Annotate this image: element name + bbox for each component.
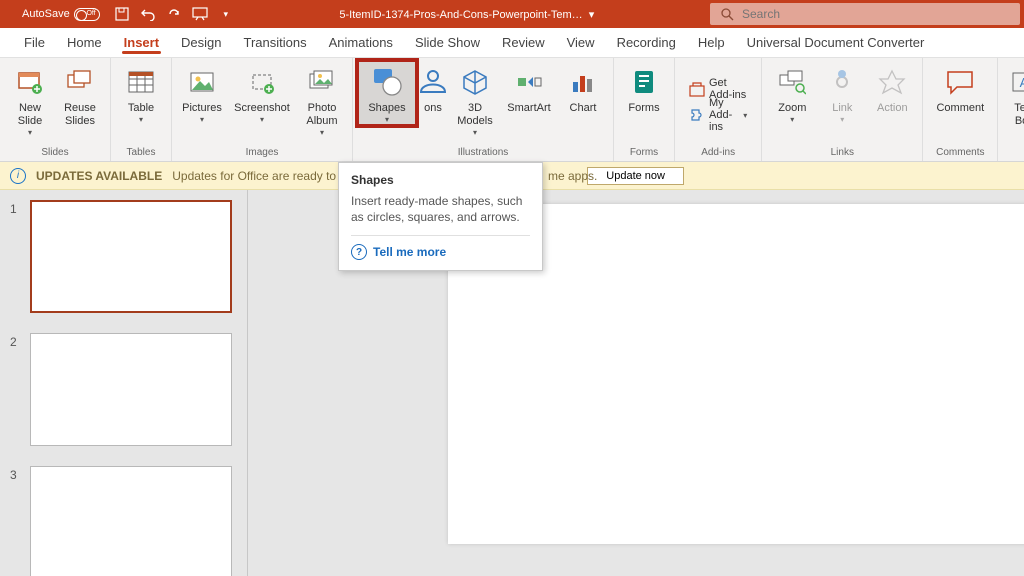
- screenshot-button[interactable]: Screenshot▾: [228, 62, 296, 124]
- group-links: Zoom▾ Link▾ Action Links: [762, 58, 923, 161]
- chart-icon: [566, 64, 600, 100]
- group-addins: Get Add-ins My Add-ins ▾ Add-ins: [675, 58, 762, 161]
- update-now-button[interactable]: Update now: [587, 167, 684, 185]
- help-icon: ?: [351, 244, 367, 260]
- group-tables: Table▾ Tables: [111, 58, 172, 161]
- text-box-button[interactable]: A Text Box: [1004, 62, 1024, 128]
- forms-button[interactable]: Forms: [620, 62, 668, 115]
- forms-icon: [627, 64, 661, 100]
- screenshot-icon: [245, 64, 279, 100]
- store-icon: [689, 81, 705, 97]
- link-button[interactable]: Link▾: [818, 62, 866, 124]
- chart-button[interactable]: Chart: [559, 62, 607, 115]
- autosave-label: AutoSave: [22, 8, 70, 20]
- save-icon[interactable]: [114, 6, 130, 22]
- group-comments: Comment Comments: [923, 58, 998, 161]
- search-icon: [720, 7, 734, 21]
- autosave-toggle[interactable]: AutoSave Off: [22, 8, 100, 21]
- pictures-button[interactable]: Pictures▾: [178, 62, 226, 124]
- thumbnail-row[interactable]: 2: [10, 333, 237, 446]
- document-title: 5-ItemID-1374-Pros-And-Cons-Powerpoint-T…: [234, 8, 710, 21]
- zoom-icon: [775, 64, 809, 100]
- svg-text:A: A: [1020, 75, 1024, 90]
- group-text: A Text Box He & F: [998, 58, 1024, 161]
- new-slide-icon: [13, 64, 47, 100]
- tab-animations[interactable]: Animations: [319, 29, 403, 56]
- redo-icon[interactable]: [166, 6, 182, 22]
- toggle-off-icon: Off: [74, 8, 100, 21]
- icons-icon: [416, 64, 450, 100]
- tooltip-body: Insert ready-made shapes, such as circle…: [351, 193, 530, 225]
- search-input[interactable]: [742, 7, 1010, 21]
- smartart-button[interactable]: SmartArt: [501, 62, 557, 115]
- tooltip-title: Shapes: [351, 173, 530, 187]
- tab-home[interactable]: Home: [57, 29, 112, 56]
- updates-text: Updates for Office are ready to b: [172, 169, 346, 183]
- reuse-slides-icon: [63, 64, 97, 100]
- slide-thumbnail-1[interactable]: [30, 200, 232, 313]
- tab-slideshow[interactable]: Slide Show: [405, 29, 490, 56]
- title-bar: AutoSave Off ▾ 5-ItemID-1374-Pros-And-Co…: [0, 0, 1024, 28]
- thumbnail-row[interactable]: 1: [10, 200, 237, 313]
- tab-view[interactable]: View: [557, 29, 605, 56]
- shapes-tooltip: Shapes Insert ready-made shapes, such as…: [338, 162, 543, 271]
- undo-icon[interactable]: [140, 6, 156, 22]
- thumbnail-row[interactable]: 3: [10, 466, 237, 576]
- search-box[interactable]: [710, 3, 1020, 25]
- photo-album-icon: [305, 64, 339, 100]
- text-box-icon: A: [1007, 64, 1024, 100]
- group-forms: Forms Forms: [614, 58, 675, 161]
- action-button[interactable]: Action: [868, 62, 916, 115]
- 3d-models-button[interactable]: 3D Models▾: [451, 62, 499, 137]
- updates-title: UPDATES AVAILABLE: [36, 169, 162, 183]
- info-icon: i: [10, 168, 26, 184]
- group-slides: New Slide▾ Reuse Slides Slides: [0, 58, 111, 161]
- updates-text-2: me apps.: [548, 169, 597, 183]
- quick-access-toolbar: ▾: [114, 6, 234, 22]
- tab-help[interactable]: Help: [688, 29, 735, 56]
- pictures-icon: [185, 64, 219, 100]
- icons-button-partial[interactable]: ons: [417, 62, 449, 115]
- shapes-button[interactable]: Shapes▾: [359, 62, 415, 124]
- comment-button[interactable]: Comment: [929, 62, 991, 115]
- group-images: Pictures▾ Screenshot▾ Photo Album▾ Image…: [172, 58, 353, 161]
- tab-design[interactable]: Design: [171, 29, 231, 56]
- reuse-slides-button[interactable]: Reuse Slides: [56, 62, 104, 128]
- action-icon: [875, 64, 909, 100]
- ribbon-tabs: File Home Insert Design Transitions Anim…: [0, 28, 1024, 58]
- table-button[interactable]: Table▾: [117, 62, 165, 124]
- tab-review[interactable]: Review: [492, 29, 555, 56]
- slide-thumbnail-2[interactable]: [30, 333, 232, 446]
- new-slide-button[interactable]: New Slide▾: [6, 62, 54, 137]
- ribbon: New Slide▾ Reuse Slides Slides Table▾ Ta…: [0, 58, 1024, 162]
- tab-udc[interactable]: Universal Document Converter: [737, 29, 935, 56]
- shapes-icon: [370, 64, 404, 100]
- tab-transitions[interactable]: Transitions: [234, 29, 317, 56]
- cube-icon: [458, 64, 492, 100]
- slide-thumbnails: 1 2 3: [0, 190, 248, 576]
- group-illustrations: Shapes▾ ons 3D Models▾ SmartArt Chart Il…: [353, 58, 614, 161]
- tab-insert[interactable]: Insert: [114, 29, 169, 56]
- tell-me-more-link[interactable]: ? Tell me more: [351, 235, 530, 260]
- present-icon[interactable]: [192, 6, 208, 22]
- puzzle-icon: [689, 107, 705, 123]
- link-icon: [825, 64, 859, 100]
- my-addins-button[interactable]: My Add-ins ▾: [685, 105, 751, 125]
- qat-dropdown-icon[interactable]: ▾: [218, 6, 234, 22]
- comment-icon: [943, 64, 977, 100]
- tab-file[interactable]: File: [14, 29, 55, 56]
- title-dropdown-icon[interactable]: ▾: [589, 9, 595, 21]
- zoom-button[interactable]: Zoom▾: [768, 62, 816, 124]
- tab-recording[interactable]: Recording: [607, 29, 686, 56]
- table-icon: [124, 64, 158, 100]
- get-addins-button[interactable]: Get Add-ins: [685, 79, 751, 99]
- slide-thumbnail-3[interactable]: [30, 466, 232, 576]
- smartart-icon: [512, 64, 546, 100]
- photo-album-button[interactable]: Photo Album▾: [298, 62, 346, 137]
